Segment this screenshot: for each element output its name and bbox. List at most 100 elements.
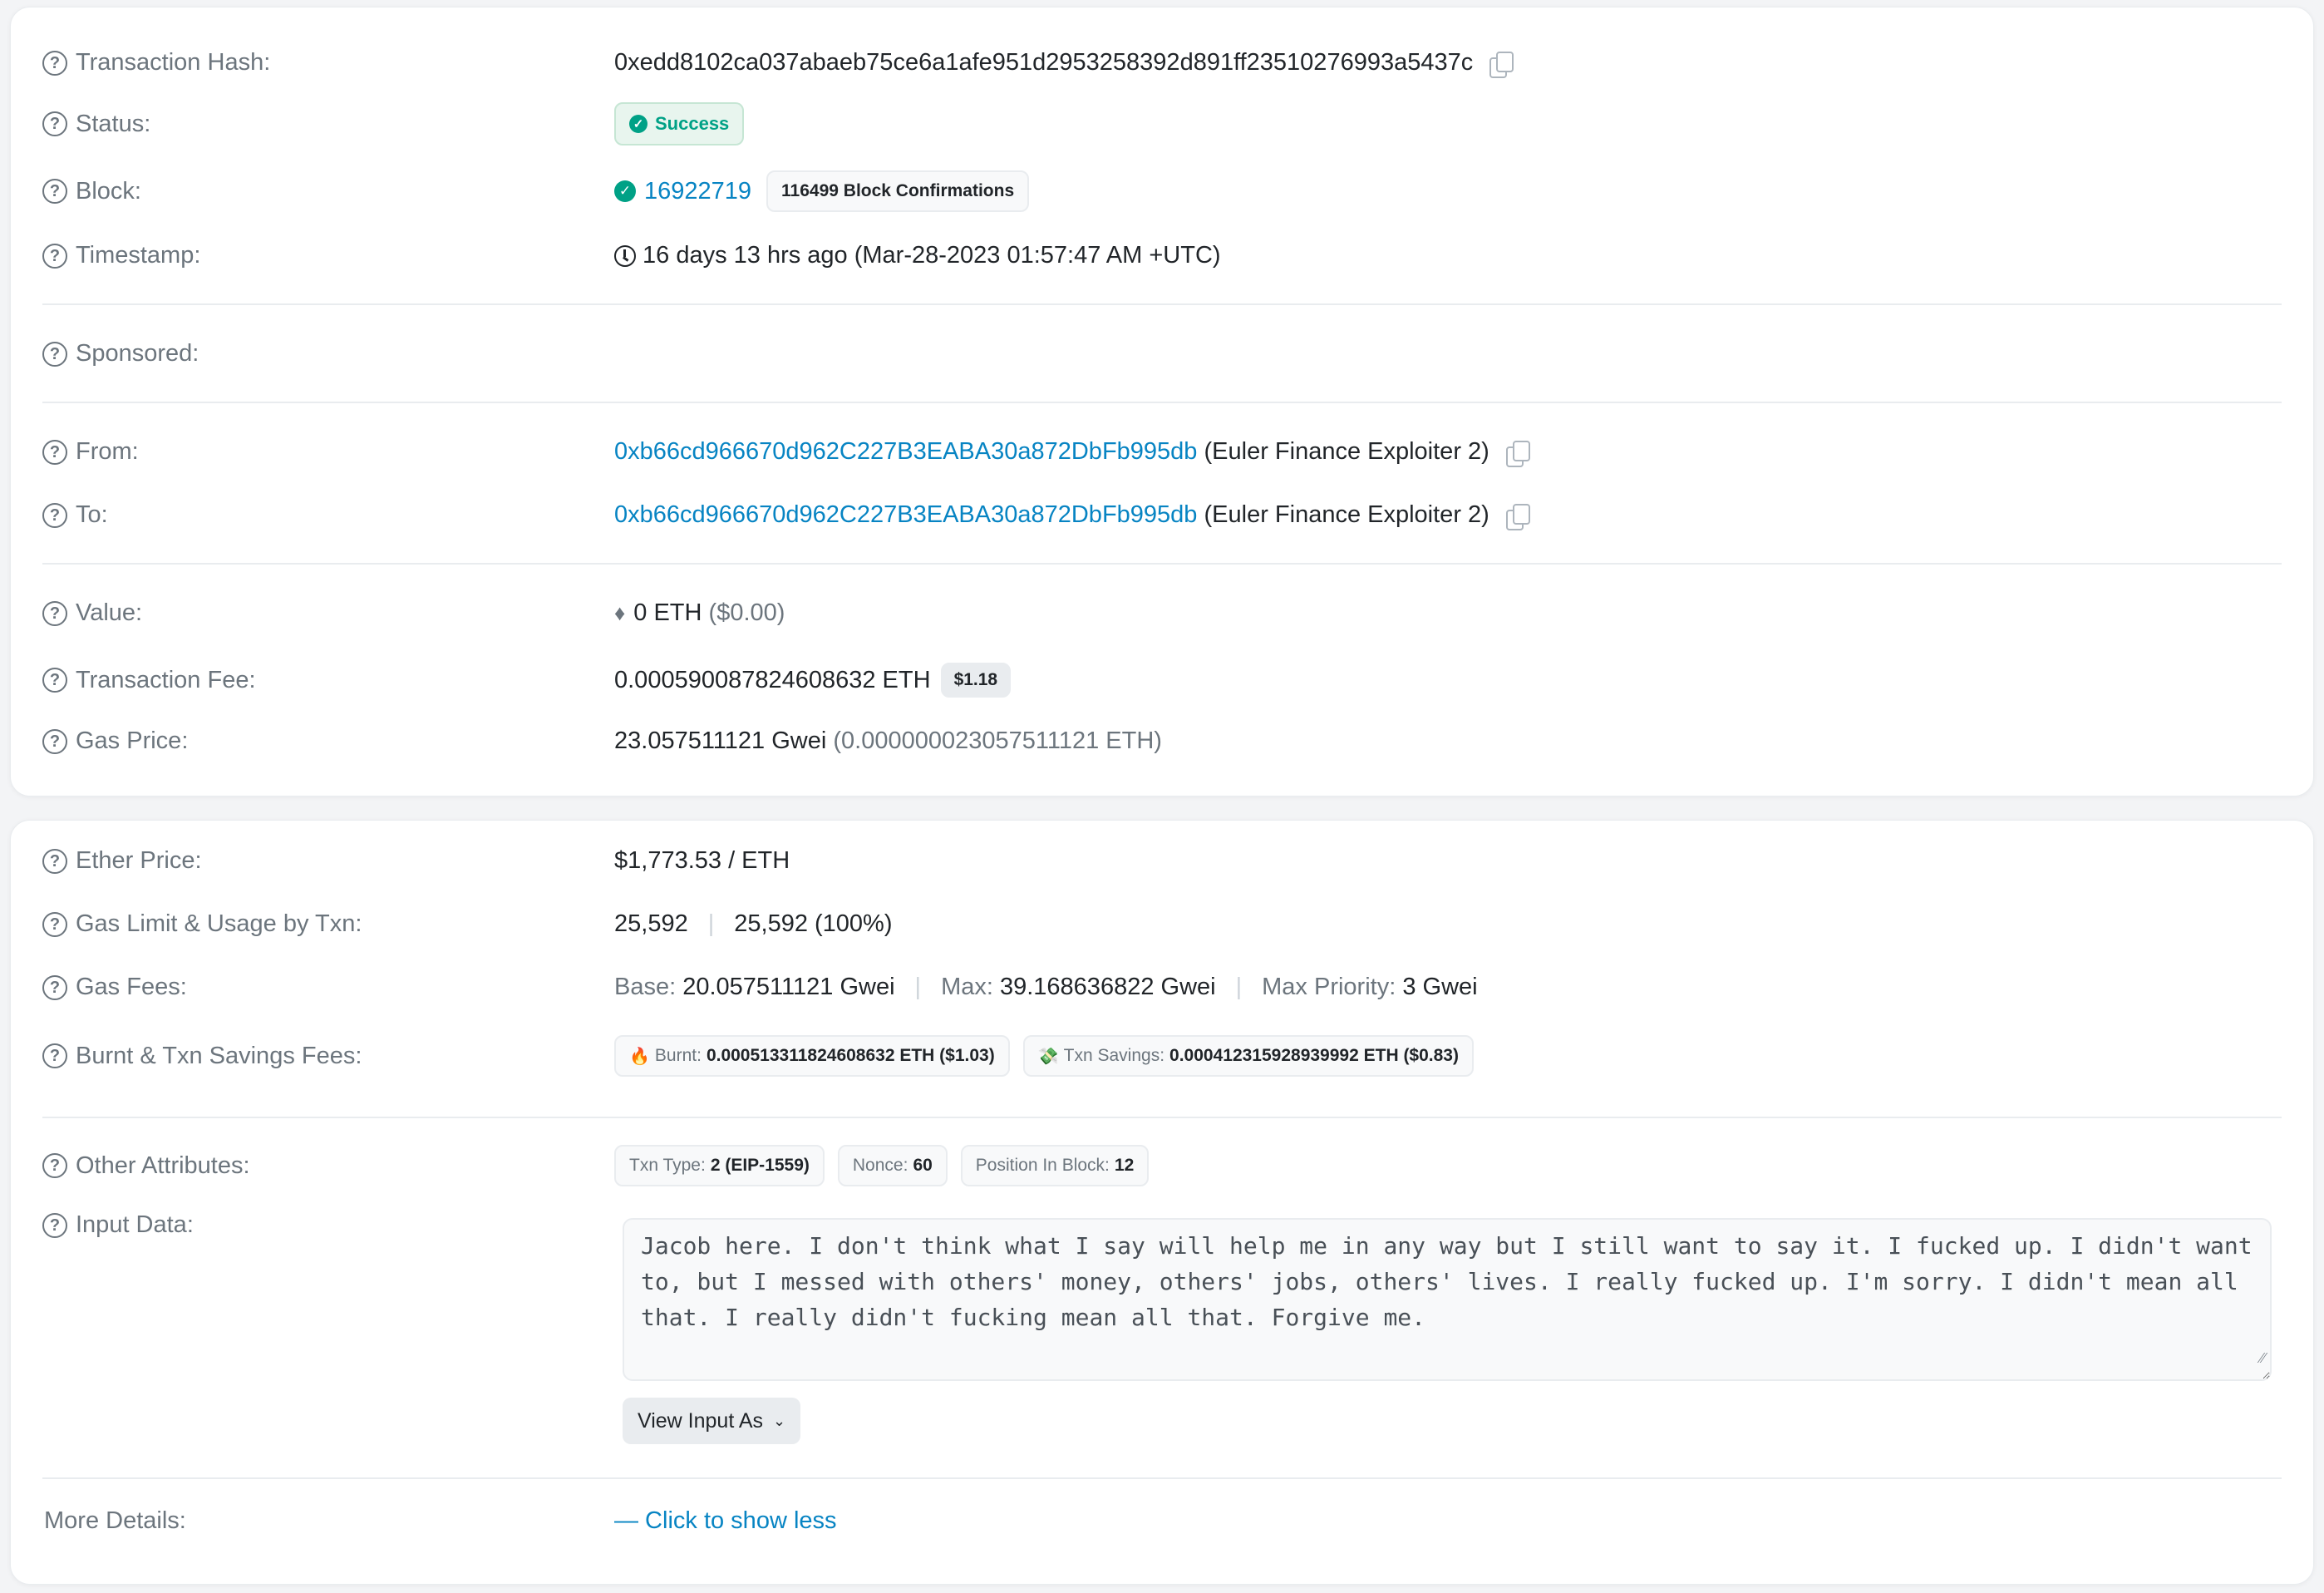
row-gas-limit: ? Gas Limit & Usage by Txn: 25,592 | 25,592… bbox=[42, 910, 2282, 938]
help-icon[interactable]: ? bbox=[42, 179, 67, 204]
value-usd: ($0.00) bbox=[708, 599, 785, 626]
row-to: ? To: 0xb66cd966670d962C227B3EABA30a872Db… bbox=[42, 501, 2282, 530]
value-amount: 0 ETH bbox=[633, 599, 702, 626]
position-badge: Position In Block: 12 bbox=[960, 1145, 1150, 1186]
position-label: Position In Block: bbox=[975, 1156, 1110, 1175]
label-ether-price: Ether Price: bbox=[76, 847, 202, 874]
block-number-link[interactable]: 16922719 bbox=[644, 178, 751, 205]
label-to: To: bbox=[76, 501, 108, 528]
burnt-value: 0.000513311824608632 ETH ($1.03) bbox=[706, 1046, 995, 1065]
help-icon[interactable]: ? bbox=[42, 600, 67, 626]
help-icon[interactable]: ? bbox=[42, 848, 67, 874]
copy-icon[interactable] bbox=[1488, 51, 1514, 78]
divider bbox=[42, 1477, 2282, 1479]
row-value: ? Value: ♦ 0 ETH ($0.00) bbox=[42, 599, 2282, 627]
savings-label: Txn Savings: bbox=[1063, 1046, 1165, 1065]
label-gas-limit: Gas Limit & Usage by Txn: bbox=[76, 910, 362, 937]
help-icon[interactable]: ? bbox=[42, 341, 67, 367]
transaction-fee-usd-badge: $1.18 bbox=[940, 663, 1012, 698]
check-circle-icon: ✓ bbox=[614, 180, 636, 202]
block-confirmations-badge: 116499 Block Confirmations bbox=[766, 170, 1030, 212]
label-other-attributes: Other Attributes: bbox=[76, 1152, 250, 1179]
timestamp-value: 16 days 13 hrs ago (Mar-28-2023 01:57:47… bbox=[643, 242, 1221, 269]
status-badge: ✓ Success bbox=[614, 102, 745, 145]
money-wings-icon: 💸 bbox=[1037, 1047, 1059, 1066]
row-gas-price: ? Gas Price: 23.057511121 Gwei (0.0000000… bbox=[42, 727, 2282, 755]
transaction-overview-card: ? Transaction Hash: 0xedd8102ca037abaeb75… bbox=[10, 7, 2314, 796]
input-data-text: Jacob here. I don't think what I say wil… bbox=[641, 1232, 2267, 1331]
max-priority-value: 3 Gwei bbox=[1402, 974, 1478, 1000]
from-address-name: (Euler Finance Exploiter 2) bbox=[1204, 438, 1489, 465]
help-icon[interactable]: ? bbox=[42, 668, 67, 693]
nonce-label: Nonce: bbox=[852, 1156, 908, 1175]
nonce-value: 60 bbox=[913, 1156, 933, 1175]
to-address-name: (Euler Finance Exploiter 2) bbox=[1204, 501, 1489, 528]
label-input-data: Input Data: bbox=[76, 1211, 194, 1238]
separator: | bbox=[707, 910, 715, 937]
gas-price-gwei: 23.057511121 Gwei bbox=[614, 727, 827, 754]
row-gas-fees: ? Gas Fees: Base: 20.057511121 Gwei | Max… bbox=[42, 974, 2282, 1001]
row-status: ? Status: ✓ Success bbox=[42, 102, 2282, 145]
help-icon[interactable]: ? bbox=[42, 111, 67, 136]
txn-type-label: Txn Type: bbox=[629, 1156, 706, 1175]
max-fee-value: 39.168636822 Gwei bbox=[999, 974, 1216, 1000]
help-icon[interactable]: ? bbox=[42, 1043, 67, 1068]
row-sponsored: ? Sponsored: bbox=[42, 340, 2282, 367]
divider bbox=[42, 303, 2282, 305]
max-priority-label: Max Priority: bbox=[1262, 974, 1396, 1000]
divider bbox=[42, 563, 2282, 565]
txn-savings-badge: 💸 Txn Savings: 0.000412315928939992 ETH ($… bbox=[1022, 1035, 1474, 1077]
label-timestamp: Timestamp: bbox=[76, 242, 201, 269]
transaction-fee-amount: 0.000590087824608632 ETH bbox=[614, 666, 931, 693]
ethereum-icon: ♦ bbox=[614, 600, 626, 625]
position-value: 12 bbox=[1114, 1156, 1135, 1175]
to-address-link[interactable]: 0xb66cd966670d962C227B3EABA30a872DbFb995… bbox=[614, 501, 1197, 529]
nonce-badge: Nonce: 60 bbox=[837, 1145, 948, 1186]
view-input-as-button[interactable]: View Input As ⌄ bbox=[623, 1398, 801, 1444]
more-details-card: ? Ether Price: $1,773.53 / ETH ? Gas Limit… bbox=[10, 820, 2314, 1585]
help-icon[interactable]: ? bbox=[42, 911, 67, 937]
help-icon[interactable]: ? bbox=[42, 502, 67, 528]
chevron-down-icon: ⌄ bbox=[773, 1412, 786, 1429]
copy-icon[interactable] bbox=[1504, 503, 1530, 530]
separator: | bbox=[914, 974, 922, 1000]
max-fee-label: Max: bbox=[941, 974, 993, 1000]
separator: | bbox=[1235, 974, 1243, 1000]
help-icon[interactable]: ? bbox=[42, 243, 67, 269]
help-icon[interactable]: ? bbox=[42, 439, 67, 465]
view-input-as-label: View Input As bbox=[638, 1408, 764, 1433]
label-transaction-hash: Transaction Hash: bbox=[76, 49, 271, 76]
label-gas-price: Gas Price: bbox=[76, 727, 189, 754]
gas-usage-value: 25,592 (100%) bbox=[734, 910, 893, 937]
label-transaction-fee: Transaction Fee: bbox=[76, 666, 256, 693]
input-data-textarea[interactable]: Jacob here. I don't think what I say wil… bbox=[623, 1218, 2272, 1381]
fire-icon: 🔥 bbox=[629, 1047, 650, 1066]
clock-icon bbox=[614, 244, 636, 267]
help-icon[interactable]: ? bbox=[42, 50, 67, 76]
transaction-hash-value: 0xedd8102ca037abaeb75ce6a1afe951d2953258… bbox=[614, 49, 1474, 76]
divider bbox=[42, 402, 2282, 403]
label-more-details: More Details: bbox=[44, 1507, 186, 1534]
from-address-link[interactable]: 0xb66cd966670d962C227B3EABA30a872DbFb995… bbox=[614, 438, 1197, 466]
row-from: ? From: 0xb66cd966670d962C227B3EABA30a872… bbox=[42, 438, 2282, 467]
help-icon[interactable]: ? bbox=[42, 728, 67, 754]
row-more-details: More Details: — Click to show less bbox=[42, 1507, 2282, 1535]
help-icon[interactable]: ? bbox=[42, 974, 67, 1000]
label-value: Value: bbox=[76, 599, 143, 626]
show-less-link[interactable]: — Click to show less bbox=[614, 1507, 837, 1535]
row-timestamp: ? Timestamp: 16 days 13 hrs ago (Mar-28-2… bbox=[42, 242, 2282, 269]
copy-icon[interactable] bbox=[1504, 440, 1530, 467]
txn-type-value: 2 (EIP-1559) bbox=[710, 1156, 810, 1175]
resize-handle-icon[interactable]: ⁄⁄ bbox=[2260, 1340, 2265, 1376]
label-from: From: bbox=[76, 438, 139, 465]
label-gas-fees: Gas Fees: bbox=[76, 974, 187, 1000]
gas-limit-value: 25,592 bbox=[614, 910, 688, 937]
label-status: Status: bbox=[76, 110, 151, 137]
help-icon[interactable]: ? bbox=[42, 1153, 67, 1178]
row-transaction-hash: ? Transaction Hash: 0xedd8102ca037abaeb75… bbox=[42, 49, 2282, 78]
txn-type-badge: Txn Type: 2 (EIP-1559) bbox=[614, 1145, 825, 1186]
row-ether-price: ? Ether Price: $1,773.53 / ETH bbox=[42, 847, 2282, 875]
help-icon[interactable]: ? bbox=[42, 1212, 67, 1238]
label-block: Block: bbox=[76, 177, 141, 205]
base-fee-value: 20.057511121 Gwei bbox=[682, 974, 895, 1000]
